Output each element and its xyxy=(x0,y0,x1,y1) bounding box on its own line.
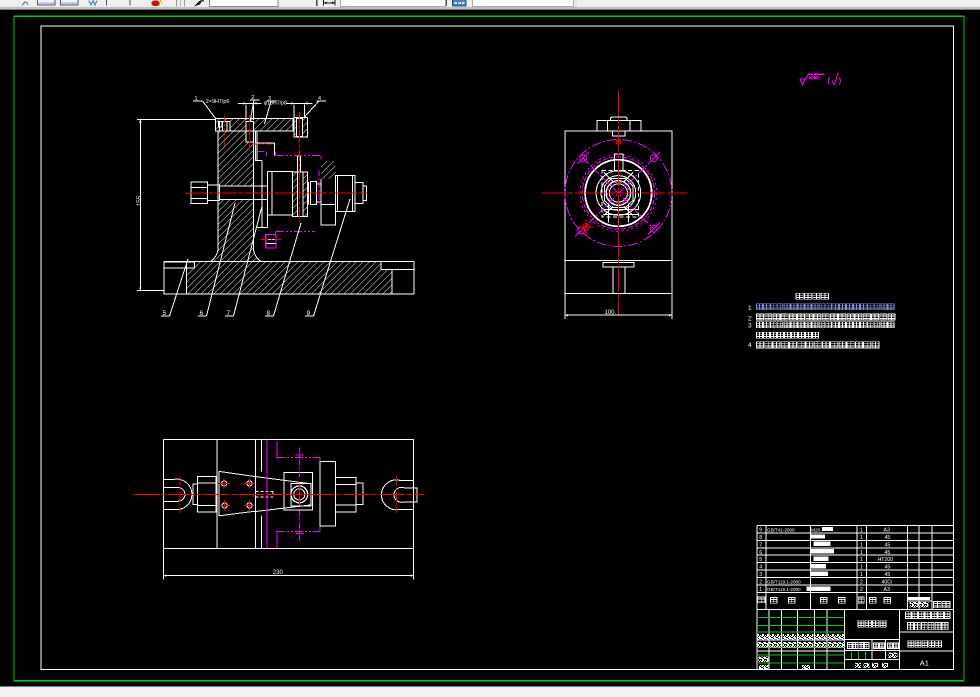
svg-text:2×9H7/p6: 2×9H7/p6 xyxy=(206,99,230,105)
svg-text:45: 45 xyxy=(885,572,891,578)
svg-text:1: 1 xyxy=(759,587,762,593)
svg-text:45: 45 xyxy=(885,535,891,541)
svg-text:100: 100 xyxy=(605,310,616,316)
svg-text:1: 1 xyxy=(860,572,863,578)
svg-text:3: 3 xyxy=(759,572,762,578)
svg-text:1: 1 xyxy=(860,557,863,563)
svg-text:45: 45 xyxy=(885,542,891,548)
svg-text:HT200: HT200 xyxy=(878,557,894,563)
svg-text:1: 1 xyxy=(860,535,863,541)
svg-text:GB/T119.1-2000: GB/T119.1-2000 xyxy=(767,587,801,592)
svg-text:GB/T41-2000: GB/T41-2000 xyxy=(767,527,795,532)
svg-text:1: 1 xyxy=(860,565,863,571)
svg-text:2: 2 xyxy=(860,587,863,593)
svg-text:GB/T119.1-2000: GB/T119.1-2000 xyxy=(767,580,801,585)
svg-text:1: 1 xyxy=(860,550,863,556)
svg-text:40Cr: 40Cr xyxy=(882,580,894,586)
svg-text:A3: A3 xyxy=(884,527,890,533)
svg-text:1: 1 xyxy=(860,542,863,548)
svg-text:φ18H7/p8: φ18H7/p8 xyxy=(264,101,287,107)
svg-text:7: 7 xyxy=(759,542,762,548)
svg-text:230: 230 xyxy=(273,570,284,576)
svg-text:8: 8 xyxy=(759,535,762,541)
svg-text:1: 1 xyxy=(748,305,752,312)
svg-text:3: 3 xyxy=(748,322,752,329)
svg-text:6: 6 xyxy=(759,550,762,556)
svg-text:155: 155 xyxy=(136,195,143,206)
svg-text:1: 1 xyxy=(860,527,863,533)
svg-text:M20: M20 xyxy=(811,527,821,533)
svg-text:5: 5 xyxy=(759,557,762,563)
svg-text:A3: A3 xyxy=(884,587,890,593)
svg-text:2: 2 xyxy=(759,580,762,586)
svg-text:2: 2 xyxy=(860,580,863,586)
svg-text:45: 45 xyxy=(885,550,891,556)
svg-text:A1: A1 xyxy=(920,658,929,667)
svg-text:2: 2 xyxy=(748,315,752,322)
svg-text:4: 4 xyxy=(748,342,752,349)
svg-text:45: 45 xyxy=(885,565,891,571)
svg-text:9: 9 xyxy=(759,527,762,533)
svg-text:4: 4 xyxy=(759,565,762,571)
